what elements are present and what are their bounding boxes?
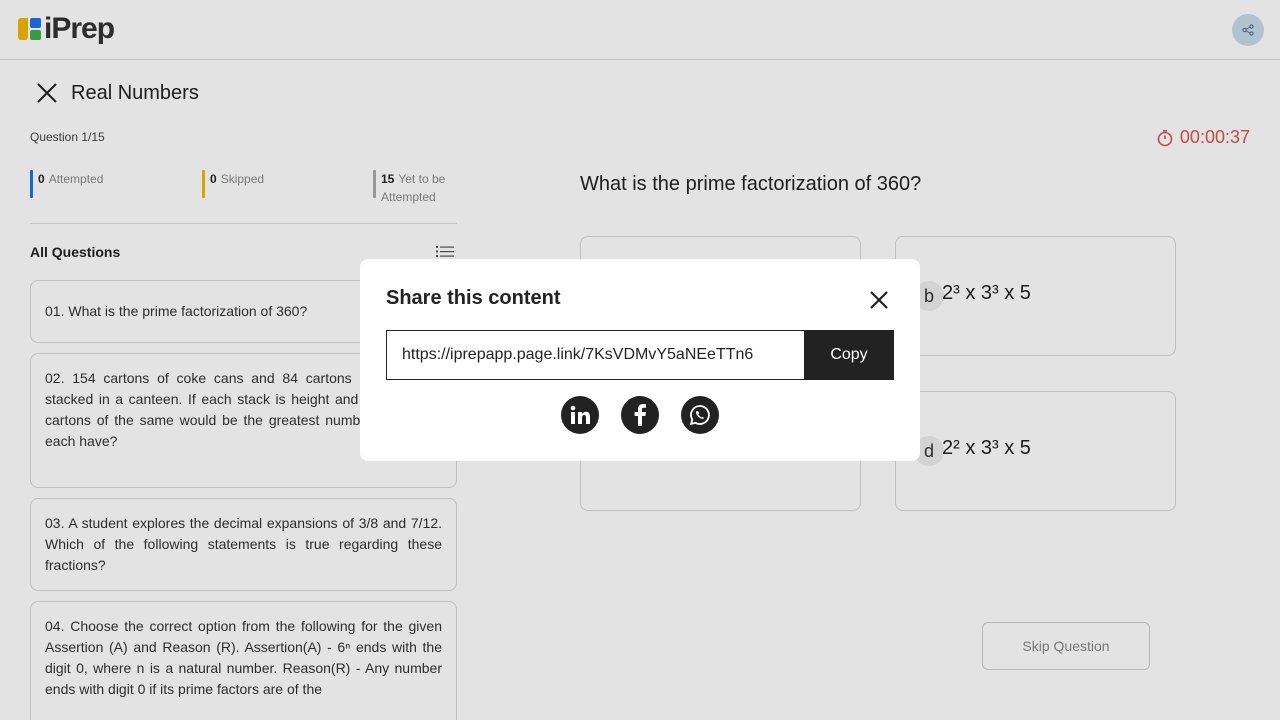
copy-button[interactable]: Copy (804, 330, 894, 380)
whatsapp-icon (689, 405, 710, 426)
share-whatsapp-button[interactable] (681, 396, 719, 434)
linkedin-icon (570, 405, 590, 424)
share-linkedin-button[interactable] (561, 396, 599, 434)
share-facebook-button[interactable] (621, 396, 659, 434)
close-icon (870, 291, 888, 309)
share-modal: Share this content https://iprepapp.page… (360, 259, 920, 461)
modal-title: Share this content (386, 287, 561, 309)
facebook-icon (634, 404, 646, 426)
share-link-field[interactable]: https://iprepapp.page.link/7KsVDMvY5aNEe… (386, 330, 805, 380)
modal-close-button[interactable] (868, 289, 890, 311)
